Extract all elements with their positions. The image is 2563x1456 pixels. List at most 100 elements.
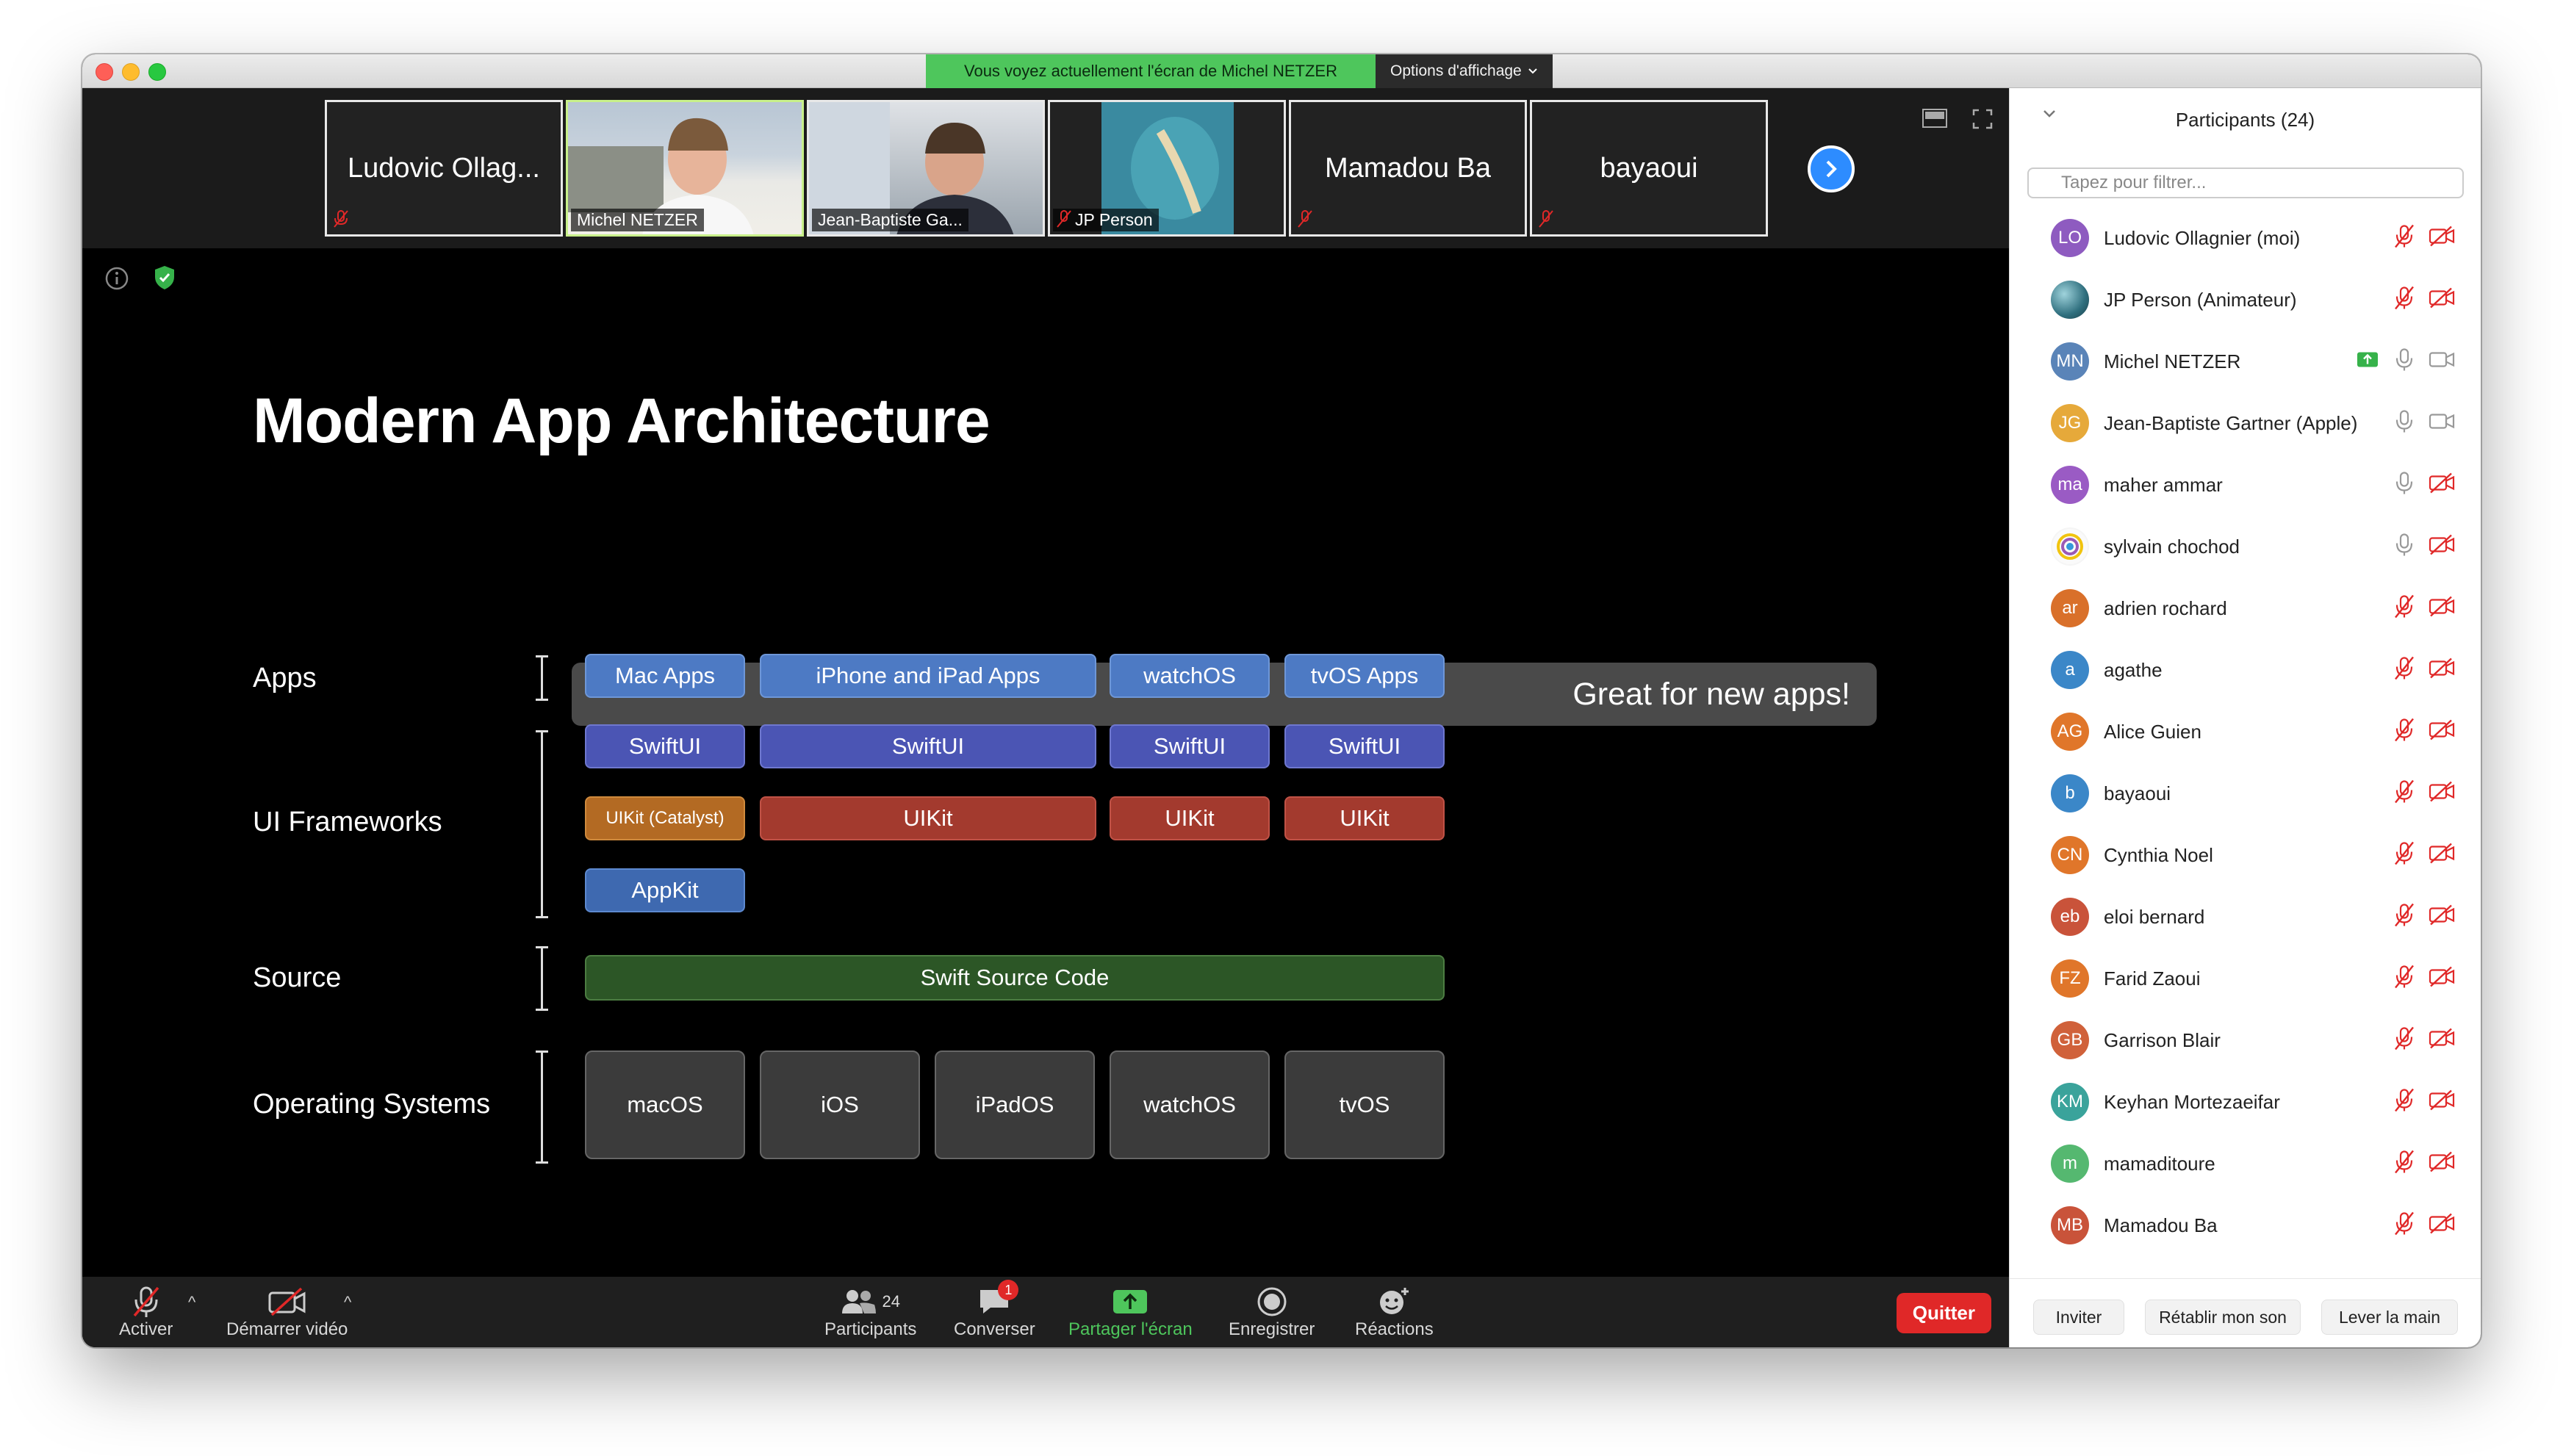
participant-row[interactable]: MN Michel NETZER — [2010, 331, 2481, 392]
participant-video-status[interactable] — [2429, 1151, 2455, 1176]
participants-button[interactable]: 24 Participants — [824, 1284, 916, 1340]
participant-row[interactable]: m mamaditoure — [2010, 1133, 2481, 1194]
participant-row[interactable]: eb eloi bernard — [2010, 886, 2481, 948]
participant-mic-status[interactable] — [2393, 533, 2415, 561]
participant-mic-status[interactable] — [2393, 1026, 2415, 1055]
thumbnail-ludovic[interactable]: Ludovic Ollag... — [325, 100, 563, 237]
participant-mic-status[interactable] — [2393, 841, 2415, 870]
unmute-button[interactable]: Activer — [119, 1284, 173, 1340]
participant-video-status[interactable] — [2429, 1213, 2455, 1238]
participants-count: 24 — [882, 1292, 900, 1311]
participant-filter-input[interactable] — [2027, 167, 2464, 198]
mic-muted-icon — [1057, 210, 1071, 228]
close-window-button[interactable] — [96, 63, 113, 81]
box-tvos: tvOS — [1284, 1050, 1445, 1159]
chevron-down-icon — [1528, 68, 1537, 74]
participant-row[interactable]: GB Garrison Blair — [2010, 1009, 2481, 1071]
participant-video-status[interactable] — [2429, 904, 2455, 929]
participant-row[interactable]: LO Ludovic Ollagnier (moi) — [2010, 207, 2481, 269]
raise-hand-button[interactable]: Lever la main — [2321, 1300, 2458, 1335]
thumbnail-mamadou[interactable]: Mamadou Ba — [1289, 100, 1527, 237]
reactions-button[interactable]: Réactions — [1355, 1284, 1434, 1340]
info-icon[interactable] — [104, 266, 129, 291]
participant-video-status[interactable] — [2429, 719, 2455, 744]
participant-video-status[interactable] — [2429, 472, 2455, 497]
participant-name: Michel NETZER — [2104, 350, 2241, 372]
box-swiftui-mac: SwiftUI — [585, 724, 745, 768]
participant-mic-status[interactable] — [2393, 1150, 2415, 1178]
row-label-operating-systems: Operating Systems — [253, 1089, 491, 1120]
thumbnail-jp-person[interactable]: JP Person — [1048, 100, 1286, 237]
video-options-caret[interactable]: ^ — [344, 1293, 351, 1312]
participant-video-status[interactable] — [2429, 411, 2455, 436]
start-video-button[interactable]: Démarrer vidéo — [226, 1284, 348, 1340]
participant-video-status[interactable] — [2429, 781, 2455, 806]
zoom-window-button[interactable] — [148, 63, 166, 81]
participant-mic-status[interactable] — [2393, 224, 2415, 253]
participant-mic-status[interactable] — [2393, 409, 2415, 438]
participant-row[interactable]: JG Jean-Baptiste Gartner (Apple) — [2010, 392, 2481, 454]
participant-mic-status[interactable] — [2393, 1088, 2415, 1117]
participant-row[interactable]: FZ Farid Zaoui — [2010, 948, 2481, 1009]
participant-video-status[interactable] — [2429, 1089, 2455, 1114]
participant-row[interactable]: ma maher ammar — [2010, 454, 2481, 516]
participant-row[interactable]: CN Cynthia Noel — [2010, 824, 2481, 886]
next-page-button[interactable] — [1808, 145, 1855, 192]
record-button[interactable]: Enregistrer — [1229, 1284, 1315, 1340]
participant-video-status[interactable] — [2429, 1028, 2455, 1053]
participant-mic-status[interactable] — [2393, 1211, 2415, 1240]
participant-mic-status[interactable] — [2393, 718, 2415, 746]
mic-muted-icon — [2395, 841, 2414, 865]
participant-name: Mamadou Ba — [2104, 1214, 2218, 1236]
encryption-shield-icon[interactable] — [153, 264, 176, 291]
share-status-text: Vous voyez actuellement l'écran de Miche… — [926, 54, 1376, 88]
participant-video-status[interactable] — [2429, 596, 2455, 621]
participant-name: adrien rochard — [2104, 597, 2227, 619]
participant-video-status[interactable] — [2429, 287, 2455, 312]
participant-video-status[interactable] — [2429, 350, 2455, 374]
participant-video-status[interactable] — [2429, 843, 2455, 868]
invite-button[interactable]: Inviter — [2033, 1300, 2124, 1335]
audio-options-caret[interactable]: ^ — [188, 1293, 195, 1312]
participant-row[interactable]: sylvain chochod — [2010, 516, 2481, 577]
unmute-me-button[interactable]: Rétablir mon son — [2145, 1300, 2301, 1335]
participant-video-status[interactable] — [2429, 226, 2455, 251]
leave-meeting-button[interactable]: Quitter — [1896, 1293, 1991, 1333]
thumbnail-bayaoui[interactable]: bayaoui — [1530, 100, 1768, 237]
participant-name: Keyhan Mortezaeifar — [2104, 1090, 2280, 1113]
participant-video-status[interactable] — [2429, 966, 2455, 991]
video-off-icon — [2429, 1213, 2455, 1234]
participant-mic-status[interactable] — [2393, 286, 2415, 314]
chat-button[interactable]: 1 Converser — [954, 1280, 1035, 1340]
participant-row[interactable]: JP Person (Animateur) — [2010, 269, 2481, 331]
participant-video-status[interactable] — [2429, 534, 2455, 559]
thumbnail-michel[interactable]: Michel NETZER — [566, 100, 804, 237]
participant-mic-status[interactable] — [2393, 656, 2415, 685]
participant-name: eloi bernard — [2104, 905, 2205, 928]
share-screen-button[interactable]: Partager l'écran — [1068, 1284, 1193, 1340]
participant-row[interactable]: KM Keyhan Mortezaeifar — [2010, 1071, 2481, 1133]
thumbnail-jean-baptiste[interactable]: Jean-Baptiste Ga... — [807, 100, 1045, 237]
participant-row[interactable]: a agathe — [2010, 639, 2481, 701]
participant-row[interactable]: AG Alice Guien — [2010, 701, 2481, 763]
participant-mic-status[interactable] — [2393, 594, 2415, 623]
participant-mic-status[interactable] — [2393, 779, 2415, 808]
view-options-button[interactable]: Options d'affichage — [1375, 54, 1553, 88]
avatar: a — [2051, 651, 2089, 689]
mic-muted-icon — [2395, 965, 2414, 989]
box-appkit: AppKit — [585, 868, 745, 912]
participant-video-status[interactable] — [2429, 657, 2455, 682]
participant-mic-status[interactable] — [2393, 965, 2415, 993]
chevron-down-icon[interactable] — [2042, 109, 2057, 119]
gallery-layout-icon[interactable] — [1922, 109, 1947, 128]
participant-mic-status[interactable] — [2393, 903, 2415, 931]
participant-mic-status[interactable] — [2393, 347, 2415, 376]
box-swift-source: Swift Source Code — [585, 955, 1445, 1001]
minimize-window-button[interactable] — [122, 63, 140, 81]
fullscreen-icon[interactable] — [1972, 109, 1993, 129]
participant-row[interactable]: b bayaoui — [2010, 763, 2481, 824]
participant-row[interactable]: ar adrien rochard — [2010, 577, 2481, 639]
title-bar: Vous voyez actuellement l'écran de Miche… — [82, 54, 2481, 88]
participant-mic-status[interactable] — [2393, 471, 2415, 500]
participant-row[interactable]: MB Mamadou Ba — [2010, 1194, 2481, 1256]
